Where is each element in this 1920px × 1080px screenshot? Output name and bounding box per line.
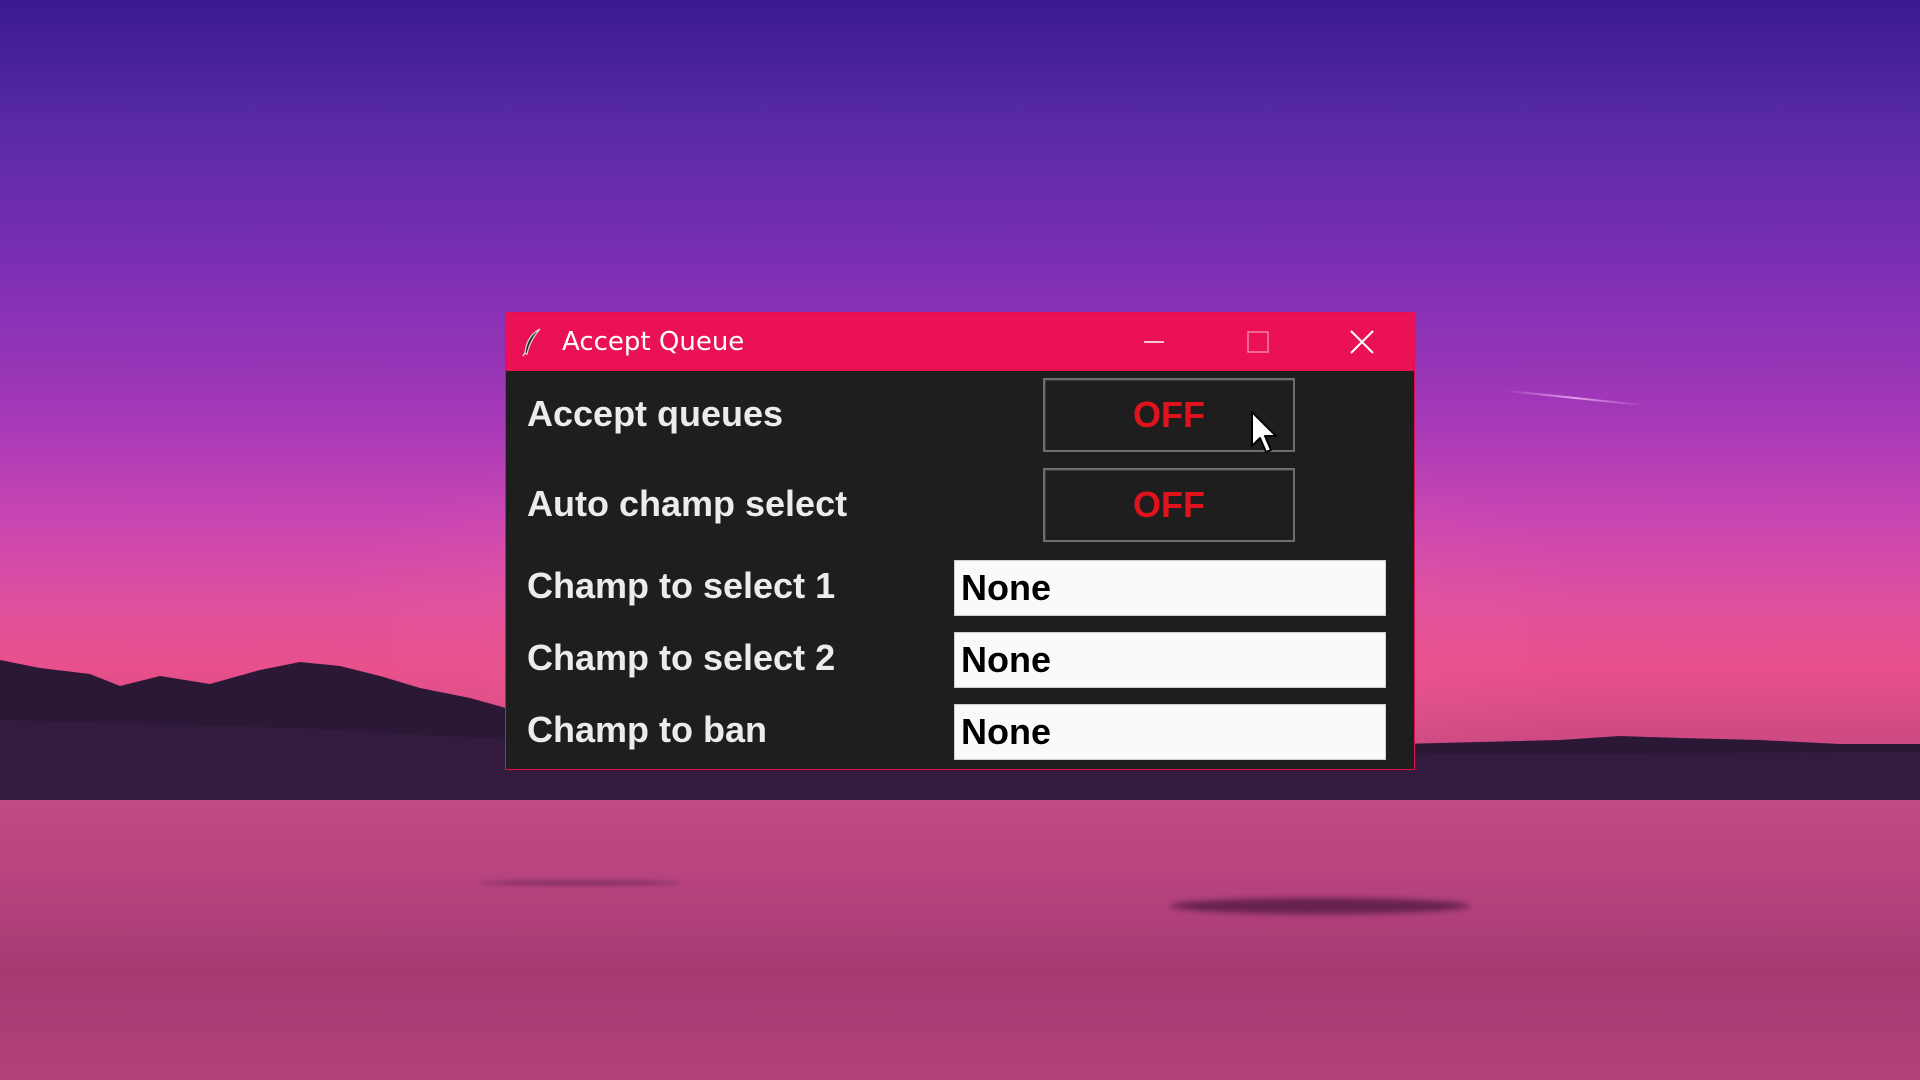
close-icon bbox=[1350, 330, 1374, 354]
minimize-icon bbox=[1144, 341, 1164, 343]
champ-ban-label: Champ to ban bbox=[527, 709, 767, 750]
maximize-icon bbox=[1247, 331, 1269, 353]
title-bar[interactable]: Accept Queue bbox=[506, 313, 1414, 371]
window-title: Accept Queue bbox=[562, 327, 745, 357]
champ-select-1-label: Champ to select 1 bbox=[527, 565, 836, 606]
auto-champ-select-toggle-button[interactable]: OFF bbox=[1043, 468, 1295, 542]
accept-queues-label: Accept queues bbox=[527, 393, 784, 434]
champ-select-2-input[interactable]: None bbox=[954, 632, 1386, 688]
water-reflection-small bbox=[480, 880, 680, 886]
water-reflection bbox=[1170, 898, 1470, 914]
champ-ban-input[interactable]: None bbox=[954, 704, 1386, 760]
maximize-button[interactable] bbox=[1206, 313, 1310, 371]
feather-icon bbox=[522, 328, 541, 357]
mouse-cursor-icon bbox=[1251, 411, 1277, 453]
close-button[interactable] bbox=[1310, 313, 1414, 371]
champ-select-1-input[interactable]: None bbox=[954, 560, 1386, 616]
app-window: Accept Queue Accept queues OFF Auto cham… bbox=[505, 312, 1415, 770]
lake-water bbox=[0, 800, 1920, 1080]
minimize-button[interactable] bbox=[1102, 313, 1206, 371]
auto-champ-select-label: Auto champ select bbox=[527, 483, 848, 524]
champ-select-2-label: Champ to select 2 bbox=[527, 637, 836, 678]
